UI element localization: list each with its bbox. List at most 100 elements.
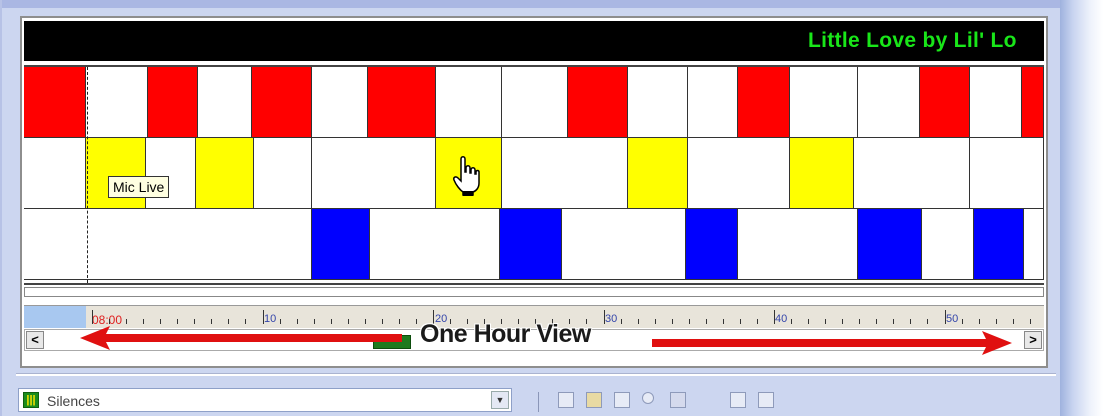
red-track-block[interactable] [252, 67, 312, 137]
scroll-left-button[interactable]: < [26, 331, 44, 349]
blue-track-block[interactable] [858, 209, 922, 279]
properties-icon[interactable] [670, 392, 686, 408]
ruler-tick [910, 319, 912, 324]
yellow-track-block[interactable] [854, 138, 970, 208]
ruler-tick [1012, 319, 1014, 324]
blue-track[interactable] [24, 209, 1044, 280]
blue-track-block[interactable] [686, 209, 738, 279]
app-window: Little Love by Lil' Lo Mic Live 08:00 10… [0, 0, 1070, 416]
blue-track-block[interactable] [370, 209, 500, 279]
scroll-thumb[interactable] [373, 335, 411, 349]
new-doc-icon[interactable] [558, 392, 574, 408]
red-track-block[interactable] [502, 67, 568, 137]
red-track-block[interactable] [24, 67, 86, 137]
ruler-tick [313, 319, 315, 324]
red-track-block[interactable] [568, 67, 628, 137]
ruler-tick [654, 319, 656, 324]
red-track-block[interactable] [970, 67, 1022, 137]
yellow-track-block[interactable] [628, 138, 688, 208]
timeline-panel: Little Love by Lil' Lo Mic Live 08:00 10… [20, 16, 1048, 368]
blue-track-block[interactable] [922, 209, 974, 279]
blue-track-block[interactable] [1024, 209, 1044, 279]
red-track-block[interactable] [368, 67, 436, 137]
ruler-tick [381, 319, 383, 324]
chevron-down-icon[interactable]: ▼ [491, 391, 509, 409]
ruler-tick [637, 319, 639, 324]
current-time-label: 08:00 [92, 313, 123, 327]
ruler-tick [825, 319, 827, 324]
ruler-tick [859, 319, 861, 324]
blue-track-block[interactable] [24, 209, 312, 279]
ruler-tick [978, 319, 980, 324]
ruler-tick [143, 319, 145, 324]
ruler-tick [330, 319, 332, 324]
search-icon[interactable] [642, 392, 654, 404]
save-icon[interactable] [614, 392, 630, 408]
blue-track-block[interactable] [500, 209, 562, 279]
yellow-track[interactable] [24, 138, 1044, 209]
red-track-block[interactable] [148, 67, 198, 137]
ruler-tick [893, 319, 895, 324]
ruler-tick [177, 319, 179, 324]
ruler-label-30: 30 [605, 313, 618, 325]
overview-strip [24, 287, 1044, 297]
ruler-tick [927, 319, 929, 324]
window-shadow-edge [1060, 0, 1103, 416]
red-track-block[interactable] [312, 67, 368, 137]
section-divider [16, 373, 1056, 376]
ruler-label-40: 40 [775, 313, 788, 325]
ruler-tick [109, 319, 111, 324]
ruler-tick [961, 319, 963, 324]
red-track-block[interactable] [1022, 67, 1044, 137]
red-track[interactable] [24, 67, 1044, 138]
red-track-block[interactable] [628, 67, 688, 137]
ruler-tick [296, 319, 298, 324]
blue-track-block[interactable] [562, 209, 686, 279]
blue-track-block[interactable] [974, 209, 1024, 279]
scroll-right-button[interactable]: > [1024, 331, 1042, 349]
now-playing-bar: Little Love by Lil' Lo [24, 21, 1044, 61]
mic-live-tooltip: Mic Live [108, 176, 170, 198]
ruler-tick [347, 319, 349, 324]
yellow-track-block[interactable] [254, 138, 312, 208]
playhead-line[interactable] [87, 67, 88, 283]
one-hour-view-label: One Hour View [420, 320, 591, 348]
ruler-tick [211, 319, 213, 324]
ruler-tick [756, 319, 758, 324]
yellow-track-block[interactable] [790, 138, 854, 208]
ruler-tick [398, 319, 400, 324]
red-track-block[interactable] [198, 67, 252, 137]
now-playing-title: Little Love by Lil' Lo [808, 29, 1017, 52]
yellow-track-block[interactable] [970, 138, 1044, 208]
ruler-tick [194, 319, 196, 324]
export-icon[interactable] [758, 392, 774, 408]
red-track-block[interactable] [738, 67, 790, 137]
blue-track-block[interactable] [738, 209, 858, 279]
image-icon[interactable] [730, 392, 746, 408]
yellow-track-block[interactable] [502, 138, 628, 208]
yellow-track-block[interactable] [196, 138, 254, 208]
blue-track-block[interactable] [312, 209, 370, 279]
open-folder-icon[interactable] [586, 392, 602, 408]
track-area[interactable]: Mic Live [24, 65, 1044, 285]
ruler-tick [620, 319, 622, 324]
red-track-block[interactable] [920, 67, 970, 137]
red-track-block[interactable] [86, 67, 148, 137]
yellow-track-block[interactable] [24, 138, 86, 208]
ruler-selection[interactable] [24, 306, 86, 328]
ruler-tick [671, 319, 673, 324]
ruler-tick [364, 319, 366, 324]
ruler-tick [791, 319, 793, 324]
silences-dropdown[interactable]: ||| Silences ▼ [18, 388, 512, 412]
yellow-track-block[interactable] [688, 138, 790, 208]
yellow-track-block[interactable] [312, 138, 436, 208]
window-top-edge [2, 0, 1070, 8]
waveform-icon: ||| [23, 392, 39, 408]
ruler-tick [705, 319, 707, 324]
red-track-block[interactable] [436, 67, 502, 137]
red-track-block[interactable] [688, 67, 738, 137]
red-track-block[interactable] [858, 67, 920, 137]
red-track-block[interactable] [790, 67, 858, 137]
hand-cursor-icon [453, 156, 480, 196]
ruler-tick [228, 319, 230, 324]
